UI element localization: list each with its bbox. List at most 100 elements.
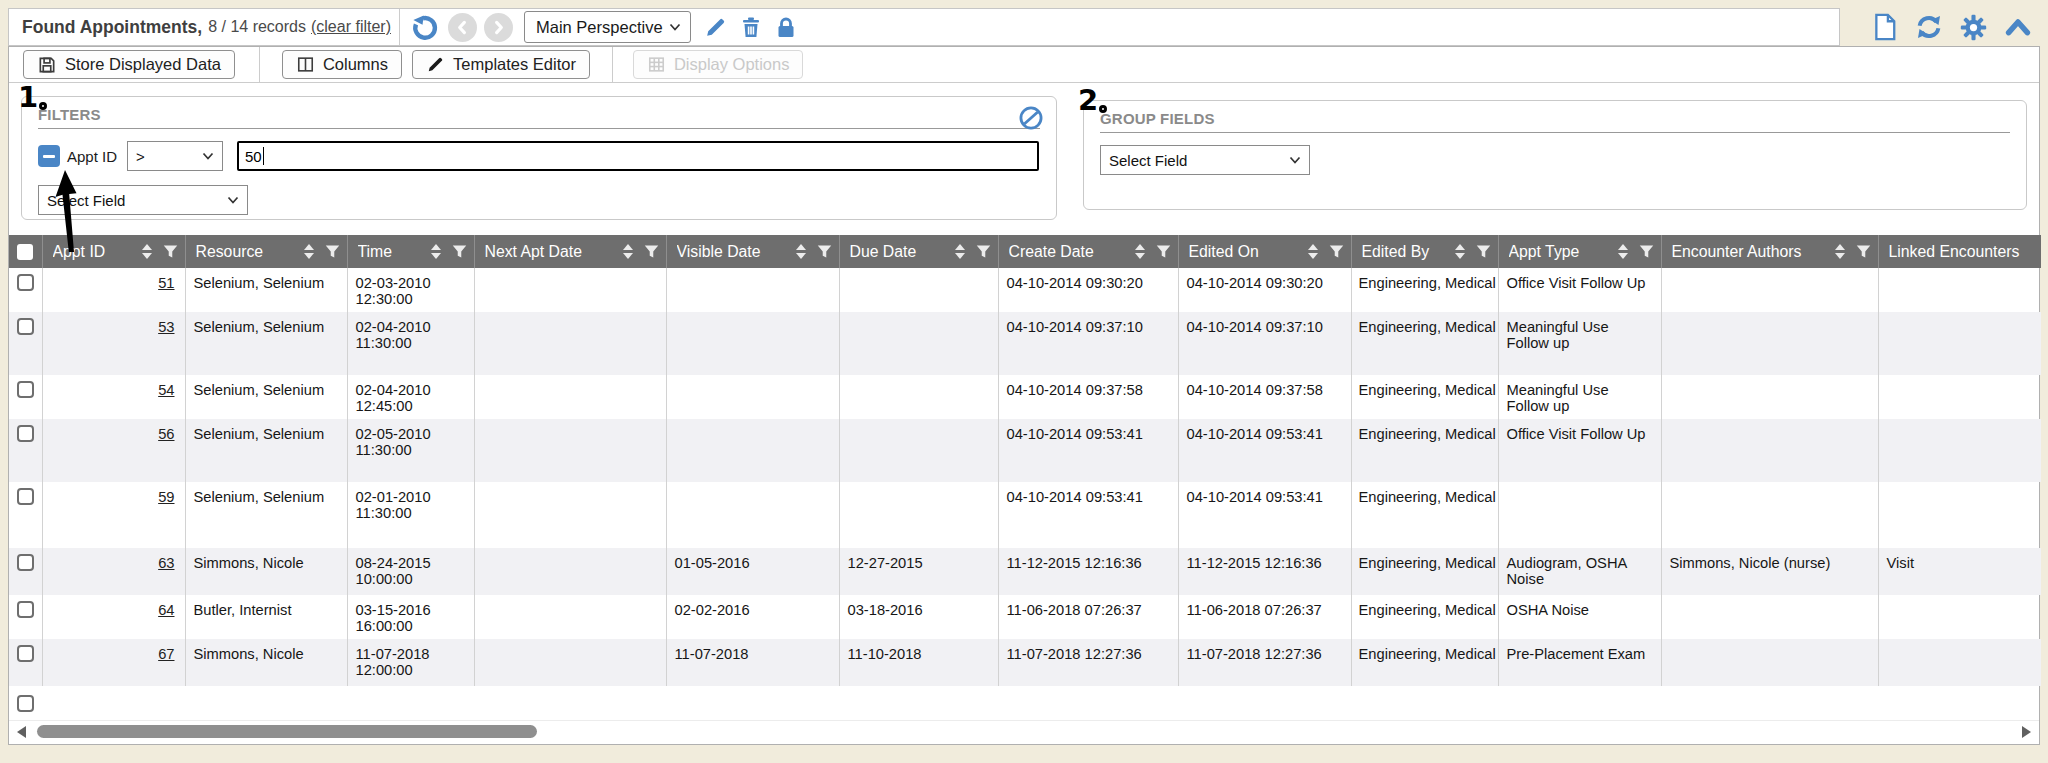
column-header[interactable]: Appt Type <box>1498 235 1661 268</box>
row-checkbox[interactable] <box>17 318 34 335</box>
collapse-icon[interactable] <box>2003 12 2033 42</box>
column-header[interactable]: Resource <box>185 235 347 268</box>
filters-panel: FILTERS Appt ID > 50 Select Field <box>21 96 1057 220</box>
column-header[interactable]: Encounter Authors <box>1661 235 1878 268</box>
row-checkbox[interactable] <box>17 425 34 442</box>
table-row: 56Selenium, Selenium02-05-2010 11:30:000… <box>9 419 2041 482</box>
filter-icon[interactable] <box>1638 243 1655 260</box>
due-date-cell: 12-27-2015 <box>839 548 998 595</box>
resource-cell: Selenium, Selenium <box>185 312 347 375</box>
clear-filters-icon[interactable] <box>1018 105 1044 135</box>
sort-icon[interactable] <box>142 244 152 259</box>
column-header[interactable]: Next Apt Date <box>474 235 666 268</box>
row-checkbox[interactable] <box>17 645 34 662</box>
appt-id-link[interactable]: 53 <box>158 319 174 335</box>
pencil-icon <box>426 55 445 74</box>
edit-perspective-icon[interactable] <box>703 15 728 40</box>
column-header[interactable]: Time <box>347 235 474 268</box>
group-field-select[interactable]: Select Field <box>1100 145 1310 175</box>
gear-icon[interactable] <box>1959 13 1988 42</box>
appt-id-link[interactable]: 54 <box>158 382 174 398</box>
add-filter-select[interactable]: Select Field <box>38 185 248 215</box>
group-fields-title: GROUP FIELDS <box>1100 110 2010 127</box>
remove-filter-button[interactable] <box>38 145 60 167</box>
row-checkbox[interactable] <box>17 488 34 505</box>
forward-icon[interactable] <box>484 13 513 42</box>
appt-id-link[interactable]: 56 <box>158 426 174 442</box>
horizontal-scrollbar[interactable] <box>9 720 2039 742</box>
templates-editor-button[interactable]: Templates Editor <box>412 50 590 79</box>
column-header[interactable]: Appt ID <box>42 235 185 268</box>
appt-id-cell: 67 <box>42 639 185 686</box>
column-header[interactable]: Due Date <box>839 235 998 268</box>
column-header[interactable]: Edited On <box>1178 235 1351 268</box>
filter-icon[interactable] <box>975 243 992 260</box>
visible-date-cell <box>666 482 839 548</box>
scrollbar-thumb[interactable] <box>37 725 537 738</box>
appt-id-link[interactable]: 67 <box>158 646 174 662</box>
columns-button[interactable]: Columns <box>282 50 402 79</box>
row-checkbox[interactable] <box>17 601 34 618</box>
sort-icon[interactable] <box>1135 244 1145 259</box>
sort-icon[interactable] <box>796 244 806 259</box>
time-cell: 02-03-2010 12:30:00 <box>347 268 474 312</box>
filter-icon[interactable] <box>1475 243 1492 260</box>
column-header[interactable]: Linked Encounters <box>1878 235 2041 268</box>
visible-date-cell <box>666 312 839 375</box>
appt-id-link[interactable]: 51 <box>158 275 174 291</box>
divider <box>38 128 1040 129</box>
clear-filter-link[interactable]: (clear filter) <box>311 18 391 36</box>
filter-icon[interactable] <box>1855 243 1872 260</box>
appt-id-link[interactable]: 63 <box>158 555 174 571</box>
column-header[interactable]: Edited By <box>1351 235 1498 268</box>
operator-select[interactable]: > <box>127 141 223 171</box>
row-checkbox[interactable] <box>17 274 34 291</box>
due-date-cell <box>839 312 998 375</box>
filter-icon[interactable] <box>1155 243 1172 260</box>
appt-type-cell: OSHA Noise <box>1498 595 1661 639</box>
resource-cell: Selenium, Selenium <box>185 268 347 312</box>
next-apt-date-cell <box>474 639 666 686</box>
column-header[interactable]: Create Date <box>998 235 1178 268</box>
filter-icon[interactable] <box>451 243 468 260</box>
sort-icon[interactable] <box>304 244 314 259</box>
group-fields-panel: GROUP FIELDS Select Field <box>1083 100 2027 210</box>
lock-icon[interactable] <box>774 15 798 40</box>
new-document-icon[interactable] <box>1871 12 1899 42</box>
filter-icon[interactable] <box>324 243 341 260</box>
delete-perspective-icon[interactable] <box>739 15 763 40</box>
sort-icon[interactable] <box>1618 244 1628 259</box>
filter-icon[interactable] <box>1328 243 1345 260</box>
store-displayed-data-button[interactable]: Store Displayed Data <box>23 50 235 79</box>
select-all-checkbox[interactable] <box>17 244 33 260</box>
sort-icon[interactable] <box>1835 244 1845 259</box>
appt-id-link[interactable]: 64 <box>158 602 174 618</box>
scroll-right-icon[interactable] <box>2022 726 2031 738</box>
sort-icon[interactable] <box>431 244 441 259</box>
column-header[interactable]: Visible Date <box>666 235 839 268</box>
appt-id-link[interactable]: 59 <box>158 489 174 505</box>
row-checkbox[interactable] <box>17 554 34 571</box>
filter-icon[interactable] <box>162 243 179 260</box>
text-caret <box>263 147 264 165</box>
edited-on-cell: 04-10-2014 09:53:41 <box>1178 419 1351 482</box>
due-date-cell: 11-10-2018 <box>839 639 998 686</box>
display-options-button[interactable]: Display Options <box>633 50 804 79</box>
back-icon[interactable] <box>448 13 477 42</box>
undo-icon[interactable] <box>410 12 441 43</box>
perspective-select[interactable]: Main Perspective <box>524 11 691 43</box>
refresh-icon[interactable] <box>1914 12 1944 42</box>
sort-icon[interactable] <box>955 244 965 259</box>
sort-icon[interactable] <box>623 244 633 259</box>
row-checkbox[interactable] <box>17 381 34 398</box>
sort-icon[interactable] <box>1308 244 1318 259</box>
filter-value: 50 <box>245 148 262 165</box>
filter-value-input[interactable]: 50 <box>237 141 1039 171</box>
store-label: Store Displayed Data <box>65 55 221 74</box>
filter-icon[interactable] <box>816 243 833 260</box>
sort-icon[interactable] <box>1455 244 1465 259</box>
filter-icon[interactable] <box>643 243 660 260</box>
row-checkbox[interactable] <box>17 695 34 712</box>
divider <box>399 9 400 45</box>
scroll-left-icon[interactable] <box>17 726 26 738</box>
